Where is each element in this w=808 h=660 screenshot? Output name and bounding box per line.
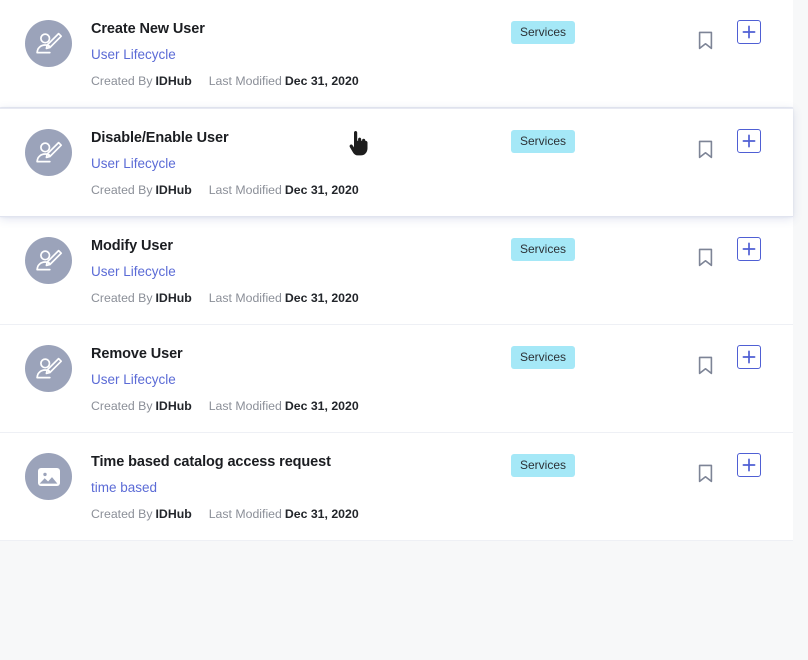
catalog-item-meta: Created By IDHub Last Modified Dec 31, 2020 <box>91 73 511 89</box>
catalog-item-type-badge: Services <box>511 454 576 477</box>
catalog-item-meta: Created By IDHub Last Modified Dec 31, 2020 <box>91 290 511 306</box>
last-modified-label: Last Modified <box>208 507 282 521</box>
created-by-label: Created By <box>91 183 153 197</box>
catalog-card-text: Time based catalog access request time ba… <box>91 451 511 522</box>
last-modified-value: Dec 31, 2020 <box>284 399 359 413</box>
last-modified-label: Last Modified <box>208 183 282 197</box>
created-by-value: IDHub <box>155 507 192 521</box>
last-modified-value: Dec 31, 2020 <box>284 507 359 521</box>
plus-icon <box>742 458 756 472</box>
bookmark-icon[interactable] <box>694 137 716 161</box>
catalog-item-meta: Created By IDHub Last Modified Dec 31, 2020 <box>91 182 511 198</box>
plus-icon <box>742 25 756 39</box>
plus-icon <box>742 350 756 364</box>
catalog-item-actions <box>661 18 793 52</box>
catalog-item-type-badge: Services <box>511 238 576 261</box>
bookmark-icon[interactable] <box>694 353 716 377</box>
catalog-item-category-link[interactable]: User Lifecycle <box>91 263 511 280</box>
catalog-list: Create New User User Lifecycle Created By I… <box>0 0 808 660</box>
catalog-item-category-link[interactable]: User Lifecycle <box>91 46 511 63</box>
catalog-item-actions <box>661 127 793 161</box>
catalog-item-category-link[interactable]: User Lifecycle <box>91 155 511 172</box>
catalog-card-text: Create New User User Lifecycle Created By I… <box>91 18 511 89</box>
catalog-item-meta: Created By IDHub Last Modified Dec 31, 2020 <box>91 398 511 414</box>
created-by-value: IDHub <box>155 291 192 305</box>
user-edit-icon <box>25 237 72 284</box>
catalog-item-title: Create New User <box>91 21 205 37</box>
plus-icon <box>742 242 756 256</box>
catalog-item-type-badge: Services <box>511 130 576 153</box>
catalog-card-text: Remove User User Lifecycle Created By IDHub… <box>91 343 511 414</box>
created-by-label: Created By <box>91 291 153 305</box>
catalog-item-type-badge: Services <box>511 21 576 44</box>
catalog-item-meta: Created By IDHub Last Modified Dec 31, 2020 <box>91 506 511 522</box>
catalog-card[interactable]: Create New User User Lifecycle Created By I… <box>0 0 793 108</box>
image-placeholder-icon <box>25 453 72 500</box>
add-to-cart-button[interactable] <box>737 237 761 261</box>
plus-icon <box>742 134 756 148</box>
catalog-item-title: Disable/Enable User <box>91 130 229 146</box>
catalog-item-actions <box>661 235 793 269</box>
add-to-cart-button[interactable] <box>737 20 761 44</box>
last-modified-value: Dec 31, 2020 <box>284 183 359 197</box>
catalog-item-title: Remove User <box>91 346 183 362</box>
created-by-label: Created By <box>91 399 153 413</box>
catalog-item-actions <box>661 343 793 377</box>
catalog-item-title: Time based catalog access request <box>91 454 331 470</box>
catalog-item-category-link[interactable]: User Lifecycle <box>91 371 511 388</box>
last-modified-label: Last Modified <box>208 291 282 305</box>
catalog-item-badge-container: Services <box>511 235 661 261</box>
catalog-item-title: Modify User <box>91 238 173 254</box>
catalog-item-category-link[interactable]: time based <box>91 479 511 496</box>
catalog-item-badge-container: Services <box>511 343 661 369</box>
catalog-item-badge-container: Services <box>511 451 661 477</box>
catalog-item-actions <box>661 451 793 485</box>
bookmark-icon[interactable] <box>694 461 716 485</box>
catalog-item-type-badge: Services <box>511 346 576 369</box>
add-to-cart-button[interactable] <box>737 345 761 369</box>
last-modified-label: Last Modified <box>208 74 282 88</box>
add-to-cart-button[interactable] <box>737 453 761 477</box>
created-by-label: Created By <box>91 507 153 521</box>
created-by-label: Created By <box>91 74 153 88</box>
catalog-item-badge-container: Services <box>511 127 661 153</box>
last-modified-label: Last Modified <box>208 399 282 413</box>
user-edit-icon <box>25 20 72 67</box>
catalog-card[interactable]: Remove User User Lifecycle Created By IDHub… <box>0 325 793 433</box>
catalog-item-badge-container: Services <box>511 18 661 44</box>
created-by-value: IDHub <box>155 399 192 413</box>
catalog-card[interactable]: Modify User User Lifecycle Created By IDHub… <box>0 217 793 325</box>
add-to-cart-button[interactable] <box>737 129 761 153</box>
created-by-value: IDHub <box>155 183 192 197</box>
catalog-card[interactable]: Disable/Enable User User Lifecycle Created… <box>0 108 793 217</box>
last-modified-value: Dec 31, 2020 <box>284 291 359 305</box>
bookmark-icon[interactable] <box>694 28 716 52</box>
user-edit-icon <box>25 345 72 392</box>
last-modified-value: Dec 31, 2020 <box>284 74 359 88</box>
user-edit-icon <box>25 129 72 176</box>
catalog-card-text: Disable/Enable User User Lifecycle Created… <box>91 127 511 198</box>
bookmark-icon[interactable] <box>694 245 716 269</box>
catalog-card-text: Modify User User Lifecycle Created By IDHub… <box>91 235 511 306</box>
created-by-value: IDHub <box>155 74 192 88</box>
catalog-card[interactable]: Time based catalog access request time ba… <box>0 433 793 541</box>
